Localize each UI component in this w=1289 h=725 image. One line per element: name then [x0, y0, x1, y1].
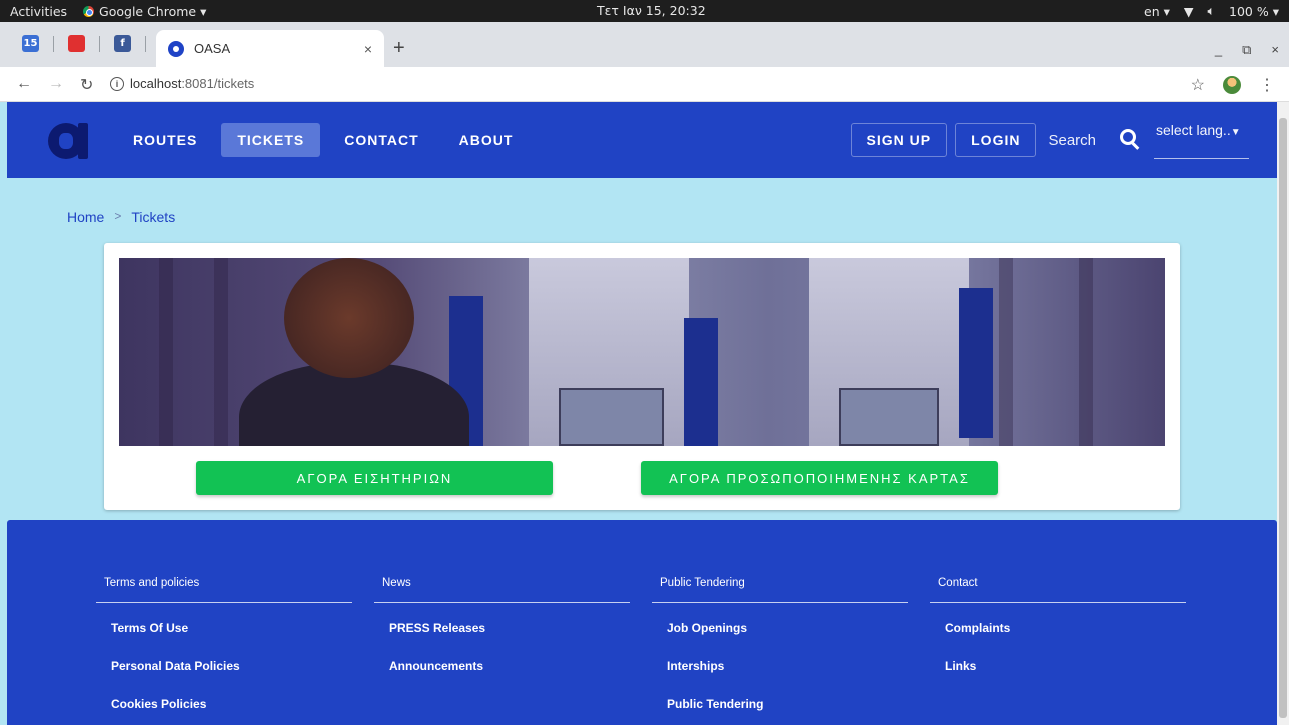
window-controls: _ ⧉ × [1215, 42, 1279, 58]
signup-button[interactable]: SIGN UP [850, 123, 948, 157]
login-button[interactable]: LOGIN [955, 123, 1037, 157]
footer-link-personal-data[interactable]: Personal Data Policies [96, 653, 352, 679]
footer-link-complaints[interactable]: Complaints [930, 615, 1186, 641]
wifi-icon: ▼ [1183, 3, 1194, 19]
footer-heading: News [374, 577, 630, 603]
address-bar-row: ← → ↻ i localhost:8081/tickets ☆ ⋮ [0, 67, 1289, 102]
profile-avatar[interactable] [1223, 76, 1241, 94]
tickets-card: ΑΓΟΡΑ ΕΙΣΗΤΗΡΙΩΝ ΑΓΟΡΑ ΠΡΟΣΩΠΟΠΟΙΗΜΕΝΗΣ … [104, 243, 1180, 510]
app-menu[interactable]: Google Chrome ▾ [83, 4, 206, 19]
footer-link-terms-of-use[interactable]: Terms Of Use [96, 615, 352, 641]
volume-icon: 🔈︎ [1207, 3, 1216, 18]
search-input[interactable]: Search [1048, 132, 1096, 149]
menu-contact[interactable]: CONTACT [328, 123, 434, 157]
chrome-menu-icon[interactable]: ⋮ [1259, 75, 1275, 95]
menu-about[interactable]: ABOUT [443, 123, 530, 157]
pinned-tab-red-icon[interactable] [68, 35, 85, 52]
url-path: :8081/tickets [181, 76, 255, 91]
language-select-placeholder: select lang.. [1156, 122, 1231, 138]
minimize-button[interactable]: _ [1215, 42, 1222, 58]
battery-status: 100 % ▾ [1229, 3, 1279, 19]
footer-column-tendering: Public Tendering Job Openings Interships… [652, 577, 908, 717]
footer-column-terms: Terms and policies Terms Of Use Personal… [96, 577, 352, 717]
pinned-tabs: 15 f ● [22, 35, 177, 53]
footer-column-news: News PRESS Releases Announcements [374, 577, 630, 679]
pinned-tab-facebook-icon[interactable]: f [114, 35, 131, 52]
chrome-icon [83, 5, 95, 17]
site-info-icon[interactable]: i [110, 76, 124, 91]
tab-oasa[interactable]: OASA × [156, 30, 384, 67]
scrollbar-thumb[interactable] [1279, 118, 1287, 718]
tab-separator [145, 35, 146, 52]
header-actions: SIGN UP LOGIN Search select lang..▼ [850, 121, 1249, 159]
tab-title: OASA [194, 41, 231, 56]
site-header: ROUTES TICKETS CONTACT ABOUT SIGN UP LOG… [7, 102, 1277, 178]
os-top-bar: Activities Google Chrome ▾ Τετ Ιαν 15, 2… [0, 0, 1289, 22]
tab-separator [99, 35, 100, 52]
clock[interactable]: Τετ Ιαν 15, 20:32 [597, 3, 706, 18]
footer-link-job-openings[interactable]: Job Openings [652, 615, 908, 641]
activities-button[interactable]: Activities [10, 4, 67, 19]
pinned-tab-calendar-icon[interactable]: 15 [22, 35, 39, 52]
browser-tab-strip: 15 f ● OASA × + _ ⧉ × [0, 22, 1289, 67]
footer-link-press[interactable]: PRESS Releases [374, 615, 630, 641]
search-icon[interactable] [1120, 129, 1142, 151]
address-bar-actions: ☆ ⋮ [1191, 75, 1275, 95]
breadcrumb-home[interactable]: Home [67, 209, 104, 225]
caret-down-icon: ▼ [1230, 127, 1241, 138]
footer-link-cookies[interactable]: Cookies Policies [96, 691, 352, 717]
menu-routes[interactable]: ROUTES [117, 123, 213, 157]
maximize-button[interactable]: ⧉ [1242, 42, 1251, 58]
breadcrumb-tickets[interactable]: Tickets [131, 209, 175, 225]
reload-icon[interactable]: ↻ [80, 75, 93, 95]
language-select[interactable]: select lang..▼ [1154, 121, 1249, 159]
oasa-logo-icon[interactable] [48, 123, 88, 159]
url-host: localhost [130, 76, 182, 91]
footer-heading: Terms and policies [96, 577, 352, 603]
page-scrollbar[interactable] [1277, 102, 1289, 725]
bookmark-star-icon[interactable]: ☆ [1191, 75, 1205, 95]
footer-link-links[interactable]: Links [930, 653, 1186, 679]
menu-tickets[interactable]: TICKETS [221, 123, 321, 157]
app-menu-label: Google Chrome ▾ [99, 3, 207, 19]
tab-close-icon[interactable]: × [364, 41, 372, 57]
footer-column-contact: Contact Complaints Links [930, 577, 1186, 679]
buy-tickets-button[interactable]: ΑΓΟΡΑ ΕΙΣΗΤΗΡΙΩΝ [196, 461, 553, 495]
person-figure [239, 258, 469, 446]
close-window-button[interactable]: × [1271, 42, 1279, 58]
breadcrumb-separator: > [114, 209, 122, 223]
tab-separator [53, 35, 54, 52]
footer-link-announcements[interactable]: Announcements [374, 653, 630, 679]
oasa-favicon-icon [168, 40, 184, 57]
site-footer: Terms and policies Terms Of Use Personal… [7, 520, 1277, 725]
keyboard-language[interactable]: en ▾ [1144, 4, 1170, 19]
ticket-machines-hero-image [119, 258, 1165, 446]
footer-heading: Public Tendering [652, 577, 908, 603]
system-tray[interactable]: en ▾ ▼ 🔈︎ 100 % ▾ [1144, 3, 1279, 19]
breadcrumb: Home > Tickets [67, 209, 175, 225]
url-field[interactable]: i localhost:8081/tickets [110, 76, 254, 91]
nav-buttons: ← → ↻ [16, 75, 93, 95]
web-page: ROUTES TICKETS CONTACT ABOUT SIGN UP LOG… [0, 102, 1277, 725]
new-tab-button[interactable]: + [393, 37, 405, 60]
forward-arrow-icon[interactable]: → [48, 75, 64, 95]
buy-personalized-card-button[interactable]: ΑΓΟΡΑ ΠΡΟΣΩΠΟΠΟΙΗΜΕΝΗΣ ΚΑΡΤΑΣ [641, 461, 998, 495]
footer-heading: Contact [930, 577, 1186, 603]
back-arrow-icon[interactable]: ← [16, 75, 32, 95]
footer-link-interships[interactable]: Interships [652, 653, 908, 679]
footer-link-public-tendering[interactable]: Public Tendering [652, 691, 908, 717]
main-menu: ROUTES TICKETS CONTACT ABOUT [117, 123, 529, 157]
